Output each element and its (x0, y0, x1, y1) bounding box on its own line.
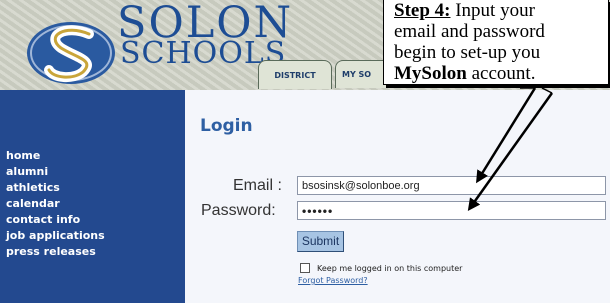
submit-button[interactable]: Submit (297, 231, 344, 252)
callout-line-4-text: account. (466, 63, 536, 84)
sidebar: home alumni athletics calendar contact i… (0, 90, 185, 303)
logo-globe-icon[interactable] (25, 20, 117, 86)
tab-district[interactable]: DISTRICT (258, 60, 332, 89)
sidebar-nav: home alumni athletics calendar contact i… (6, 148, 105, 260)
instruction-callout: Step 4: Input your email and password be… (383, 0, 609, 85)
email-label: Email : (233, 177, 282, 194)
callout-line-1: Step 4: Input your (394, 0, 604, 21)
callout-line-2: email and password (394, 21, 545, 42)
sidebar-item-home[interactable]: home (6, 148, 105, 164)
callout-line-3: begin to set-up you (394, 42, 541, 63)
sidebar-item-alumni[interactable]: alumni (6, 164, 105, 180)
password-label: Password: (201, 202, 276, 219)
sidebar-item-athletics[interactable]: athletics (6, 180, 105, 196)
callout-brand-name: MySolon (394, 63, 467, 84)
password-field[interactable] (297, 201, 606, 220)
callout-line-4: MySolon account. (394, 63, 604, 84)
sidebar-item-job-applications[interactable]: job applications (6, 228, 105, 244)
forgot-password-link[interactable]: Forgot Password? (298, 276, 368, 285)
remember-me-label: Keep me logged in on this computer (317, 263, 463, 273)
remember-me-checkbox[interactable] (300, 263, 310, 273)
callout-step-label: Step 4: (394, 0, 451, 21)
callout-line-1-text: Input your (450, 0, 535, 21)
page-title: Login (200, 116, 253, 136)
sidebar-item-contact-info[interactable]: contact info (6, 212, 105, 228)
email-field[interactable] (297, 176, 606, 195)
remember-me-row: Keep me logged in on this computer (300, 263, 462, 273)
sidebar-item-calendar[interactable]: calendar (6, 196, 105, 212)
sidebar-item-press-releases[interactable]: press releases (6, 244, 105, 260)
